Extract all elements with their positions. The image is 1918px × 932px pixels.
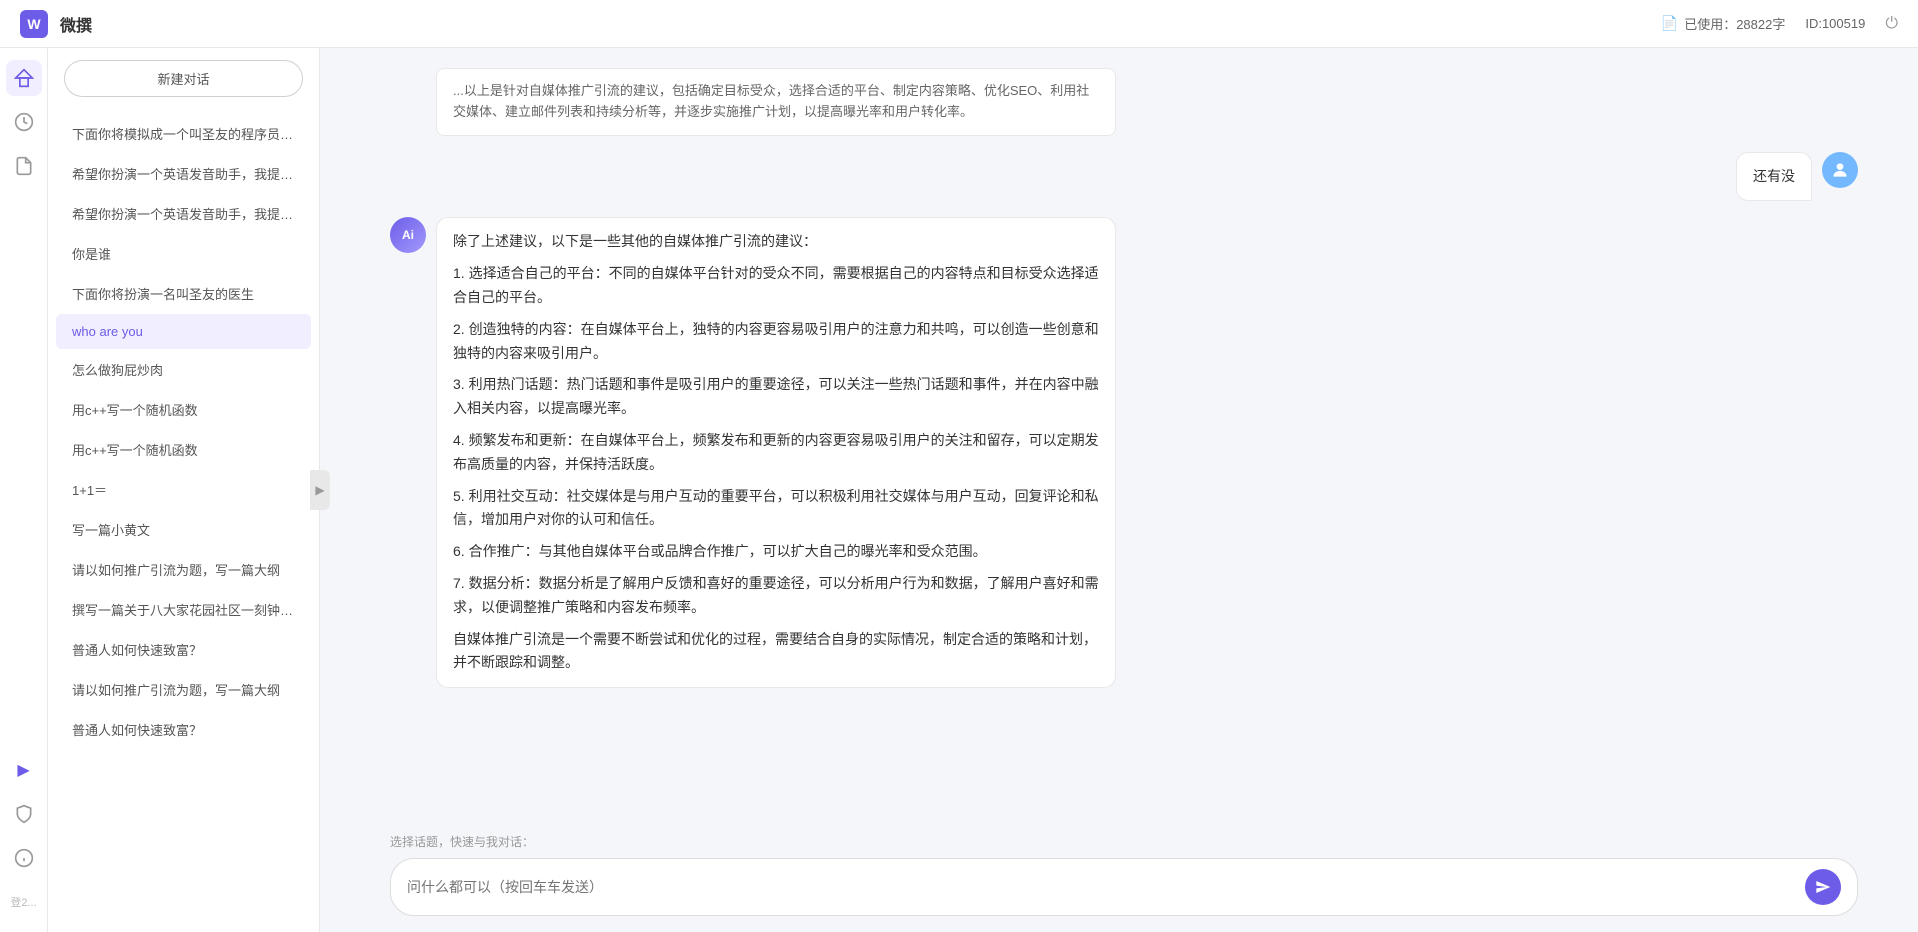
sidebar-collapse-button[interactable]: ▶ [310,470,330,510]
chat-messages: ...以上是针对自媒体推广引流的建议，包括确定目标受众，选择合适的平台、制定内容… [330,48,1918,821]
user-message: 还有没 [1736,152,1812,202]
conversation-item[interactable]: 你是谁 [56,234,311,273]
conversation-item[interactable]: 下面你将扮演一名叫圣友的医生 [56,274,311,313]
sidebar-icon-bottom[interactable]: 登2... [6,884,42,920]
chat-input[interactable] [407,879,1797,895]
topbar-left: W 微撰 [20,10,92,38]
chat-area: ...以上是针对自媒体推广引流的建议，包括确定目标受众，选择合适的平台、制定内容… [330,48,1918,932]
input-wrapper [390,858,1858,916]
conversation-item[interactable]: 请以如何推广引流为题，写一篇大纲 [56,670,311,709]
sidebar-icon-file[interactable] [6,148,42,184]
sidebar-icon-clock[interactable] [6,104,42,140]
conversation-item[interactable]: 普通人如何快速致富？ [56,630,311,669]
topbar: W 微撰 📄 已使用：28822字 ID:100519 ⏻ [0,0,1918,48]
send-button[interactable] [1805,869,1841,905]
main-layout: ▶ 登2... 新建对话 下面你将模拟成一个叫圣友的程序员，我说...希望你扮演… [0,48,1918,932]
app-title: 微撰 [60,12,92,36]
message-row: Ai 除了上述建议，以下是一些其他的自媒体推广引流的建议：1. 选择适合自己的平台… [390,217,1858,688]
conversation-item[interactable]: 请以如何推广引流为题，写一篇大纲 [56,550,311,589]
icon-sidebar: ▶ 登2... [0,48,48,932]
conversation-item[interactable]: 普通人如何快速致富？ [56,710,311,749]
conversation-item[interactable]: 撰写一篇关于八大家花园社区一刻钟便民生... [56,590,311,629]
truncated-message: ...以上是针对自媒体推广引流的建议，包括确定目标受众，选择合适的平台、制定内容… [436,68,1116,136]
user-avatar [1822,152,1858,188]
conversation-item[interactable]: 写一篇小黄文 [56,510,311,549]
conversation-item[interactable]: 1+1＝ [56,470,311,509]
ai-avatar: Ai [390,217,426,253]
new-conversation-button[interactable]: 新建对话 [64,60,303,97]
conversation-item[interactable]: 希望你扮演一个英语发音助手，我提供给你... [56,194,311,233]
user-id: ID:100519 [1805,16,1865,31]
sidebar-icon-info[interactable] [6,840,42,876]
doc-icon: 📄 [1661,15,1678,32]
sidebar-icon-arrow[interactable]: ▶ [6,752,42,788]
topbar-right: 📄 已使用：28822字 ID:100519 ⏻ [1661,14,1898,33]
conversation-item[interactable]: 下面你将模拟成一个叫圣友的程序员，我说... [56,114,311,153]
logo-icon: W [20,10,48,38]
usage-info: 📄 已使用：28822字 [1661,14,1786,33]
chat-input-area: 选择话题，快速与我对话： [330,821,1918,932]
usage-text: 已使用：28822字 [1684,14,1785,33]
conv-sidebar: 新建对话 下面你将模拟成一个叫圣友的程序员，我说...希望你扮演一个英语发音助手… [48,48,320,932]
conversation-item[interactable]: 用c++写一个随机函数 [56,390,311,429]
sidebar-icon-shield[interactable] [6,796,42,832]
power-icon[interactable]: ⏻ [1885,15,1898,33]
conversation-item[interactable]: 希望你扮演一个英语发音助手，我提供给你... [56,154,311,193]
conversation-item[interactable]: 怎么做狗屁炒肉 [56,350,311,389]
sidebar-icon-home[interactable] [6,60,42,96]
quick-topics-label: 选择话题，快速与我对话： [390,833,1858,850]
message-row: 还有没 [390,152,1858,202]
assistant-message: 除了上述建议，以下是一些其他的自媒体推广引流的建议：1. 选择适合自己的平台：不… [436,217,1116,688]
conversation-item[interactable]: who are you [56,314,311,349]
conversation-item[interactable]: 用c++写一个随机函数 [56,430,311,469]
conversation-list: 下面你将模拟成一个叫圣友的程序员，我说...希望你扮演一个英语发音助手，我提供给… [48,109,319,932]
